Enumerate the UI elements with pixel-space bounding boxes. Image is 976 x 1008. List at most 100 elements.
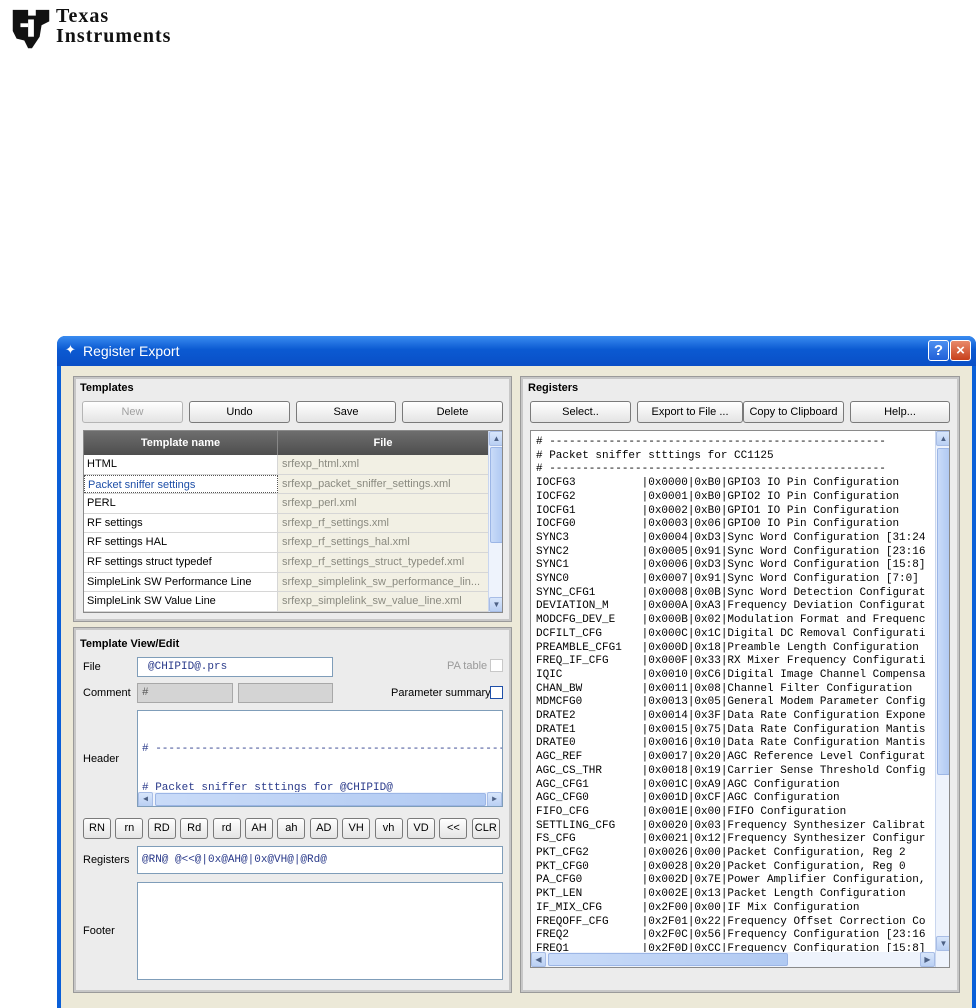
scroll-left-icon[interactable]: ◀: [531, 952, 546, 967]
token-button[interactable]: Rd: [180, 818, 209, 839]
register-line: MODCFG_DEV_E |0x000B|0x02|Modulation For…: [536, 614, 926, 627]
registers-output[interactable]: # --------------------------------------…: [530, 430, 950, 968]
param-summary-label: Parameter summary: [391, 687, 491, 699]
table-row[interactable]: SimpleLink SW Value Line srfexp_simplelin…: [84, 592, 489, 612]
header-textarea[interactable]: # --------------------------------------…: [137, 710, 503, 807]
template-file-cell: srfexp_html.xml: [278, 455, 489, 474]
template-name-cell: SimpleLink SW Performance Line: [84, 572, 278, 592]
file-input[interactable]: @CHIPID@.prs: [137, 657, 333, 677]
brand-wordmark: Texas Instruments: [56, 6, 171, 46]
save-button[interactable]: Save: [296, 401, 396, 423]
register-line: FIFO_CFG |0x001E|0x00|FIFO Configuration: [536, 805, 847, 818]
pa-table-checkbox[interactable]: [490, 659, 503, 672]
register-line: FREQ_IF_CFG |0x000F|0x33|RX Mixer Freque…: [536, 655, 926, 668]
token-button[interactable]: vh: [374, 818, 403, 839]
scroll-left-icon[interactable]: ◀: [138, 792, 153, 806]
template-name-cell: RF settings struct typedef: [84, 553, 278, 572]
token-button[interactable]: RN: [83, 818, 111, 839]
view-edit-title: Template View/Edit: [80, 638, 180, 650]
window-title: Register Export: [83, 343, 180, 359]
register-line: FREQOFF_CFG |0x2F01|0x22|Frequency Offse…: [536, 915, 926, 928]
scroll-right-icon[interactable]: ▶: [487, 792, 502, 806]
template-file-cell: srfexp_rf_settings.xml: [278, 513, 489, 533]
scroll-right-icon[interactable]: ▶: [920, 952, 935, 967]
header-hscrollbar[interactable]: ◀ ▶: [138, 792, 502, 806]
register-line: PA_CFG0 |0x002D|0x7E|Power Amplifier Con…: [536, 874, 926, 887]
register-line: IOCFG1 |0x0002|0xB0|GPIO1 IO Pin Configu…: [536, 504, 900, 517]
register-line: # --------------------------------------…: [536, 463, 886, 476]
comment-input[interactable]: #: [137, 683, 233, 703]
scroll-down-icon[interactable]: ▼: [489, 597, 502, 612]
token-button[interactable]: ah: [277, 818, 306, 839]
register-line: SYNC1 |0x0006|0xD3|Sync Word Configurati…: [536, 559, 926, 572]
scroll-up-icon[interactable]: ▲: [489, 431, 502, 446]
header-line: # --------------------------------------…: [142, 743, 503, 755]
comment-input-2[interactable]: [238, 683, 333, 703]
table-row[interactable]: HTML srfexp_html.xml: [84, 455, 489, 475]
token-button[interactable]: rd: [212, 818, 241, 839]
help-window-button[interactable]: ?: [928, 340, 949, 361]
register-line: PKT_LEN |0x002E|0x13|Packet Length Confi…: [536, 888, 906, 901]
token-button[interactable]: VH: [342, 818, 371, 839]
register-line: AGC_REF |0x0017|0x20|AGC Reference Level…: [536, 751, 926, 764]
register-line: PREAMBLE_CFG1 |0x000D|0x18|Preamble Leng…: [536, 641, 919, 654]
export-to-file-button[interactable]: Export to File ...: [637, 401, 743, 423]
copy-to-clipboard-button[interactable]: Copy to Clipboard: [743, 401, 844, 423]
template-name-cell: RF settings: [84, 513, 278, 533]
brand-line1: Texas: [56, 5, 110, 27]
token-button[interactable]: AH: [245, 818, 273, 839]
registers-scroll-thumb[interactable]: [937, 448, 949, 775]
templates-title: Templates: [80, 382, 134, 394]
registers-vscrollbar[interactable]: ▲ ▼: [935, 431, 949, 967]
template-file-cell: srfexp_simplelink_sw_performance_lin...: [278, 572, 489, 592]
delete-button[interactable]: Delete: [402, 401, 503, 423]
register-line: IOCFG0 |0x0003|0x06|GPIO0 IO Pin Configu…: [536, 518, 900, 531]
register-line: SYNC_CFG1 |0x0008|0x0B|Sync Word Detecti…: [536, 586, 926, 599]
select-button[interactable]: Select..: [530, 401, 631, 423]
scroll-thumb[interactable]: [490, 447, 502, 543]
param-summary-checkbox[interactable]: [490, 686, 503, 699]
header-scroll-thumb[interactable]: [155, 793, 486, 806]
undo-button[interactable]: Undo: [189, 401, 290, 423]
table-row[interactable]: PERL srfexp_perl.xml: [84, 494, 489, 514]
token-button[interactable]: AD: [309, 818, 338, 839]
footer-textarea[interactable]: [137, 882, 503, 980]
new-template-button[interactable]: New: [82, 401, 183, 423]
token-button[interactable]: CLR: [471, 818, 500, 839]
token-button[interactable]: VD: [407, 818, 435, 839]
table-row[interactable]: RF settings struct typedef srfexp_rf_sett…: [84, 553, 489, 573]
register-line: DRATE1 |0x0015|0x75|Data Rate Configurat…: [536, 723, 926, 736]
registers-hscroll-thumb[interactable]: [548, 953, 788, 966]
header-label: Header: [83, 753, 120, 765]
help-button[interactable]: Help...: [850, 401, 950, 423]
col-header-template-name[interactable]: Template name: [84, 431, 278, 455]
registers-hscrollbar[interactable]: ◀ ▶: [531, 952, 935, 967]
token-button[interactable]: RD: [147, 818, 176, 839]
template-name-cell: PERL: [84, 494, 278, 513]
template-name-cell: HTML: [84, 455, 278, 474]
register-line: MDMCFG0 |0x0013|0x05|General Modem Param…: [536, 696, 926, 709]
registers-format-input[interactable]: @RN@ @<<@|0x@AH@|0x@VH@|@Rd@: [137, 846, 503, 874]
template-file-cell: srfexp_packet_sniffer_settings.xml: [278, 474, 489, 494]
col-header-file[interactable]: File: [278, 431, 489, 455]
scroll-down-icon[interactable]: ▼: [936, 936, 949, 951]
register-line: SYNC2 |0x0005|0x91|Sync Word Configurati…: [536, 545, 926, 558]
table-row[interactable]: SimpleLink SW Performance Line srfexp_sim…: [84, 572, 489, 593]
token-button[interactable]: rn: [115, 818, 144, 839]
templates-scrollbar[interactable]: ▲ ▼: [488, 431, 502, 612]
register-line: FS_CFG |0x0021|0x12|Frequency Synthesize…: [536, 833, 926, 846]
table-row[interactable]: Packet sniffer settings srfexp_packet_sni…: [84, 474, 489, 495]
table-row[interactable]: RF settings srfexp_rf_settings.xml: [84, 513, 489, 534]
register-line: DEVIATION_M |0x000A|0xA3|Frequency Devia…: [536, 600, 926, 613]
register-line: SETTLING_CFG |0x0020|0x03|Frequency Synt…: [536, 819, 926, 832]
table-row[interactable]: RF settings HAL srfexp_rf_settings_hal.xm…: [84, 533, 489, 553]
ti-logo-icon: [12, 9, 50, 49]
templates-table: Template name File HTML srfexp_html.xml Pa…: [83, 430, 503, 613]
close-window-button[interactable]: ×: [950, 340, 971, 361]
brand-line2: Instruments: [56, 25, 172, 47]
token-button[interactable]: <<: [439, 818, 468, 839]
template-name-cell: Packet sniffer settings: [84, 474, 278, 494]
register-line: # --------------------------------------…: [536, 436, 886, 448]
window-titlebar[interactable]: ✦ Register Export ? ×: [57, 336, 976, 366]
scroll-up-icon[interactable]: ▲: [936, 431, 949, 446]
